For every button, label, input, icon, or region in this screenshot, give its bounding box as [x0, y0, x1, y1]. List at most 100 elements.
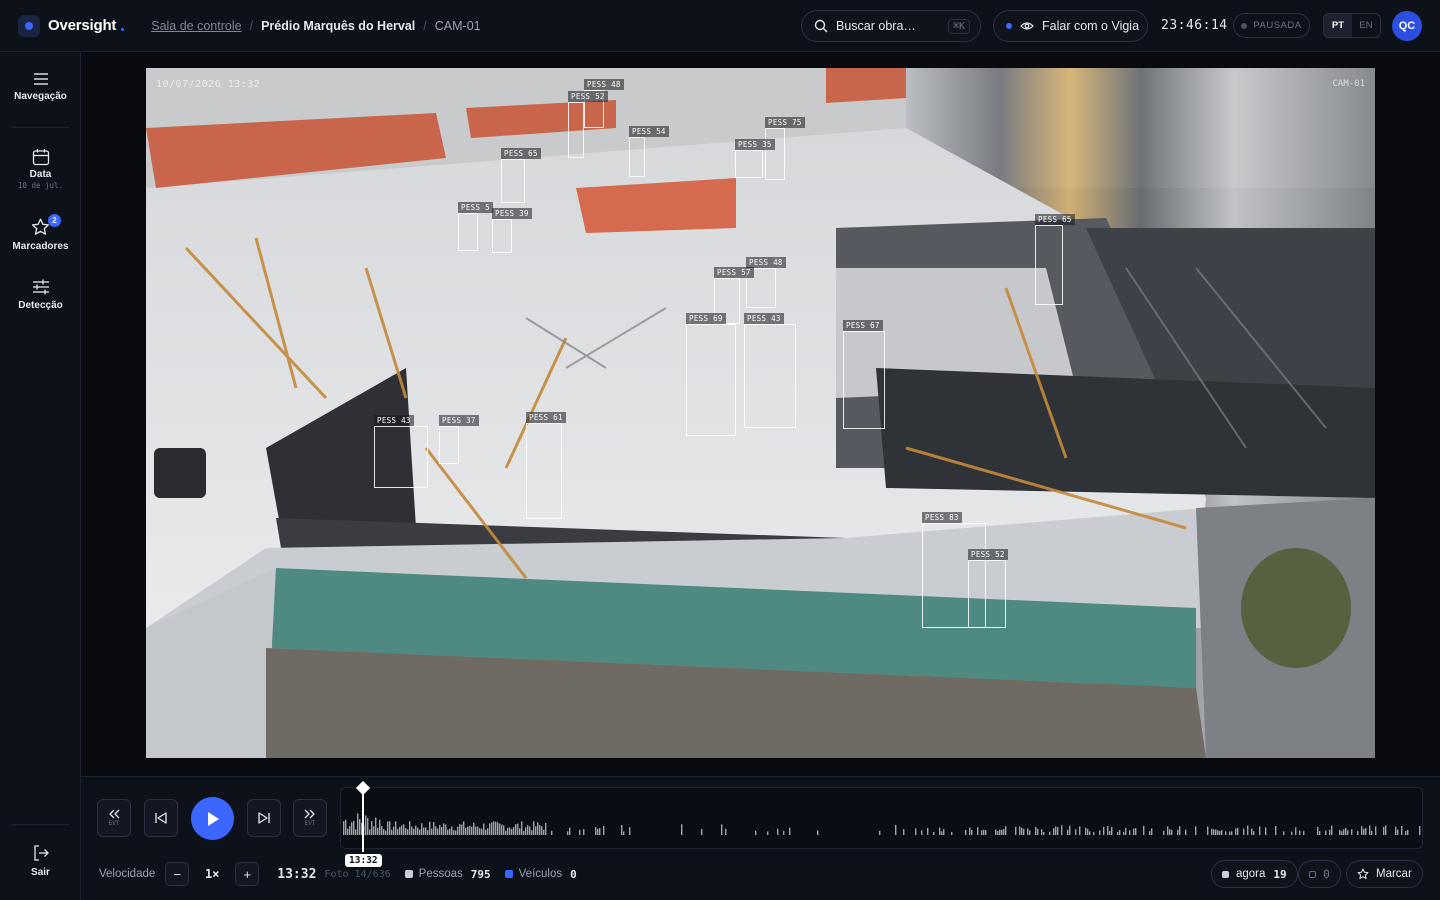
detection-label: PESS 65	[1035, 214, 1075, 225]
now-swatch	[1222, 870, 1229, 878]
breadcrumb-building[interactable]: Prédio Marquês do Herval	[261, 19, 415, 33]
activity-bar	[463, 821, 465, 835]
activity-bar	[511, 828, 513, 835]
sidebar-item-label: Marcadores	[12, 241, 69, 252]
brand[interactable]: Oversight	[18, 14, 125, 37]
activity-bar	[353, 820, 355, 835]
activity-bar	[477, 826, 479, 835]
activity-bar	[1119, 829, 1121, 835]
rewind-event-button[interactable]: EVT	[97, 799, 131, 837]
breadcrumb-control-room[interactable]: Sala de controle	[151, 19, 241, 33]
activity-bar	[1179, 826, 1181, 835]
activity-bar	[449, 828, 451, 835]
sidebar-item-bookmarks[interactable]: 2 Marcadores	[0, 214, 81, 252]
people-label: Pessoas	[418, 868, 463, 880]
activity-bar	[1243, 828, 1245, 835]
play-button[interactable]	[191, 797, 234, 840]
detection-box[interactable]: PESS 61	[526, 412, 566, 519]
exit-button[interactable]: Sair	[0, 844, 81, 878]
sidebar-item-detection[interactable]: Detecção	[0, 279, 81, 311]
activity-bar	[357, 813, 359, 835]
sidebar-item-navigation[interactable]: Navegação	[0, 72, 81, 102]
top-bar: Oversight Sala de controle / Prédio Marq…	[0, 0, 1440, 52]
timeline-scrubber[interactable]	[340, 787, 1423, 849]
activity-bar	[525, 827, 527, 835]
avatar[interactable]: QC	[1392, 11, 1422, 41]
next-frame-button[interactable]	[247, 799, 281, 837]
activity-bar	[467, 826, 469, 835]
activity-bar	[1363, 829, 1365, 835]
detection-box[interactable]: PESS 37	[439, 415, 479, 464]
activity-bar	[1319, 831, 1321, 835]
speed-decrease-button[interactable]: −	[165, 862, 190, 886]
activity-bar	[545, 823, 547, 835]
activity-bar	[977, 827, 979, 835]
activity-bar	[1035, 826, 1037, 835]
detection-box[interactable]: PESS 5	[458, 202, 493, 251]
sidebar-item-date[interactable]: Data 10 de jul.	[0, 148, 81, 190]
activity-bar	[1143, 825, 1145, 835]
activity-bar	[529, 826, 531, 835]
activity-bar	[701, 829, 703, 835]
now-button[interactable]: agora 19	[1211, 860, 1298, 888]
activity-bar	[459, 824, 461, 835]
detection-box[interactable]: PESS 35	[735, 139, 775, 178]
activity-bar	[1069, 825, 1071, 835]
activity-bar	[1275, 825, 1277, 835]
activity-bar	[441, 826, 443, 835]
activity-bar	[391, 829, 393, 835]
activity-bar	[1401, 825, 1403, 835]
detection-box[interactable]: PESS 43	[374, 415, 428, 488]
activity-bar	[1021, 827, 1023, 835]
activity-bar	[1369, 825, 1371, 835]
activity-bar	[579, 829, 581, 835]
detection-box[interactable]: PESS 75	[765, 117, 805, 180]
activity-bar	[903, 829, 905, 835]
sidebar-divider	[10, 824, 70, 825]
detection-box[interactable]: PESS 43	[744, 313, 796, 428]
activity-bar	[597, 828, 599, 835]
talk-to-guard-button[interactable]: Falar com o Vigia	[993, 10, 1148, 42]
activity-bar	[927, 827, 929, 835]
detection-label: PESS 61	[526, 412, 566, 423]
detection-box[interactable]: PESS 39	[492, 208, 532, 253]
activity-bar	[417, 827, 419, 835]
speed-increase-button[interactable]: +	[235, 862, 260, 886]
previous-frame-button[interactable]	[144, 799, 178, 837]
status-badge: PAUSADA	[1233, 13, 1310, 38]
activity-bar	[523, 830, 525, 835]
activity-bar	[495, 821, 497, 835]
detection-label: PESS 39	[492, 208, 532, 219]
language-pt[interactable]: PT	[1324, 14, 1352, 37]
language-en[interactable]: EN	[1352, 14, 1380, 37]
now-label: agora	[1236, 868, 1266, 880]
skip-forward-icon	[258, 812, 270, 824]
activity-bar	[1107, 826, 1109, 835]
activity-bar	[505, 830, 507, 835]
detection-box[interactable]: PESS 65	[501, 148, 541, 203]
detection-box[interactable]: PESS 54	[629, 126, 669, 177]
activity-bar	[599, 828, 601, 835]
activity-bar	[457, 826, 459, 835]
activity-bar	[777, 828, 779, 835]
detection-box[interactable]: PESS 69	[686, 313, 736, 436]
status-label: PAUSADA	[1253, 20, 1302, 31]
activity-bar	[1151, 828, 1153, 835]
detection-box[interactable]: PESS 65	[1035, 214, 1075, 305]
activity-bar	[1001, 829, 1003, 835]
activity-bar	[399, 826, 401, 835]
camera-feed[interactable]: 10/07/2026 13:32 CAM-01 PESS 48 PESS 52 …	[146, 68, 1375, 758]
detection-box[interactable]: PESS 52	[568, 91, 608, 158]
detection-box[interactable]: PESS 52	[968, 549, 1008, 628]
marker-filter[interactable]: 0	[1298, 860, 1341, 888]
activity-bar	[1027, 828, 1029, 835]
detection-box[interactable]: PESS 67	[843, 320, 885, 429]
search-shortcut: ⌘K	[947, 18, 970, 34]
forward-event-button[interactable]: EVT	[293, 799, 327, 837]
mark-button[interactable]: Marcar	[1346, 860, 1423, 888]
activity-bar	[983, 829, 985, 835]
activity-bar	[1087, 828, 1089, 835]
activity-bar	[1265, 827, 1267, 835]
activity-bar	[1317, 826, 1319, 835]
search-input[interactable]: Buscar obra… ⌘K	[801, 10, 981, 42]
